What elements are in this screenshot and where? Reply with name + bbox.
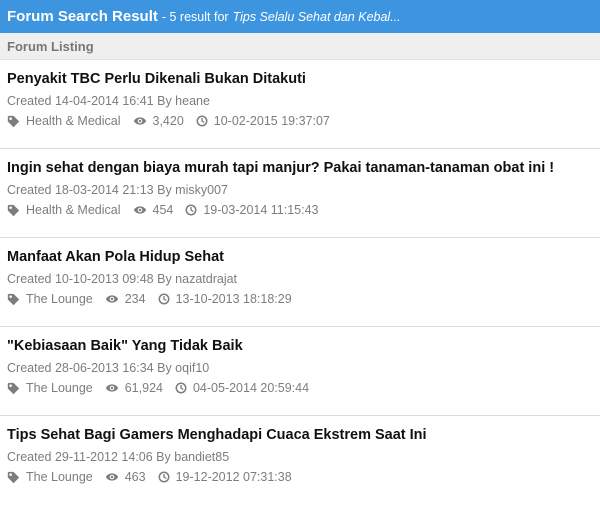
created-info: Created 14-04-2014 16:41 By heane: [7, 94, 210, 108]
forum-listing-header: Forum Listing: [0, 33, 600, 60]
eye-icon: [105, 295, 118, 303]
last-post-time: 10-02-2015 19:37:07: [213, 114, 330, 128]
category-link[interactable]: The Lounge: [26, 381, 93, 395]
forum-listing-label: Forum Listing: [7, 38, 94, 54]
result-item: Manfaat Akan Pola Hidup Sehat Created 10…: [0, 238, 600, 327]
eye-icon: [133, 206, 146, 214]
last-post-time: 13-10-2013 18:18:29: [175, 292, 292, 306]
result-count: - 5 result for: [161, 9, 229, 24]
thread-title-link[interactable]: Manfaat Akan Pola Hidup Sehat: [7, 249, 593, 265]
search-result-header: Forum Search Result - 5 result for Tips …: [0, 0, 600, 33]
thread-stats: Health & Medical 3,420 10-02-2015 19:37:…: [7, 114, 593, 128]
thread-title-link[interactable]: Penyakit TBC Perlu Dikenali Bukan Ditaku…: [7, 71, 593, 87]
view-count: 3,420: [152, 114, 184, 128]
thread-stats: The Lounge 463 19-12-2012 07:31:38: [7, 470, 593, 484]
clock-icon: [158, 293, 170, 305]
created-info: Created 18-03-2014 21:13 By misky007: [7, 183, 228, 197]
clock-icon: [158, 471, 170, 483]
category-link[interactable]: Health & Medical: [26, 114, 121, 128]
eye-icon: [133, 117, 146, 125]
thread-title-link[interactable]: Tips Sehat Bagi Gamers Menghadapi Cuaca …: [7, 427, 593, 443]
view-count: 463: [124, 470, 146, 484]
last-post-time: 04-05-2014 20:59:44: [192, 381, 310, 395]
result-item: Penyakit TBC Perlu Dikenali Bukan Ditaku…: [0, 60, 600, 149]
view-count: 61,924: [124, 381, 163, 395]
tag-icon: [7, 293, 20, 305]
result-item: "Kebiasaan Baik" Yang Tidak Baik Created…: [0, 327, 600, 416]
category-link[interactable]: The Lounge: [26, 470, 93, 484]
tag-icon: [7, 471, 20, 483]
result-item: Tips Sehat Bagi Gamers Menghadapi Cuaca …: [0, 416, 600, 505]
created-info: Created 10-10-2013 09:48 By nazatdrajat: [7, 272, 238, 286]
created-info: Created 29-11-2012 14:06 By bandiet85: [7, 450, 230, 464]
result-item: Ingin sehat dengan biaya murah tapi manj…: [0, 149, 600, 238]
last-post-time: 19-03-2014 11:15:43: [203, 203, 319, 217]
thread-stats: The Lounge 234 13-10-2013 18:18:29: [7, 292, 593, 306]
category-link[interactable]: Health & Medical: [26, 203, 121, 217]
clock-icon: [175, 382, 187, 394]
thread-stats: The Lounge 61,924 04-05-2014 20:59:44: [7, 381, 593, 395]
tag-icon: [7, 204, 20, 216]
header-title: Forum Search Result: [7, 8, 158, 25]
clock-icon: [185, 204, 197, 216]
created-info: Created 28-06-2013 16:34 By oqif10: [7, 361, 210, 375]
eye-icon: [105, 473, 118, 481]
last-post-time: 19-12-2012 07:31:38: [175, 470, 292, 484]
view-count: 454: [152, 203, 174, 217]
thread-title-link[interactable]: Ingin sehat dengan biaya murah tapi manj…: [7, 160, 593, 176]
view-count: 234: [124, 292, 146, 306]
result-list: Penyakit TBC Perlu Dikenali Bukan Ditaku…: [0, 60, 600, 505]
clock-icon: [196, 115, 208, 127]
thread-title-link[interactable]: "Kebiasaan Baik" Yang Tidak Baik: [7, 338, 593, 354]
eye-icon: [105, 384, 118, 392]
thread-stats: Health & Medical 454 19-03-2014 11:15:43: [7, 203, 593, 217]
search-query[interactable]: Tips Selalu Sehat dan Kebal...: [233, 10, 401, 24]
category-link[interactable]: The Lounge: [26, 292, 93, 306]
tag-icon: [7, 382, 20, 394]
tag-icon: [7, 115, 20, 127]
